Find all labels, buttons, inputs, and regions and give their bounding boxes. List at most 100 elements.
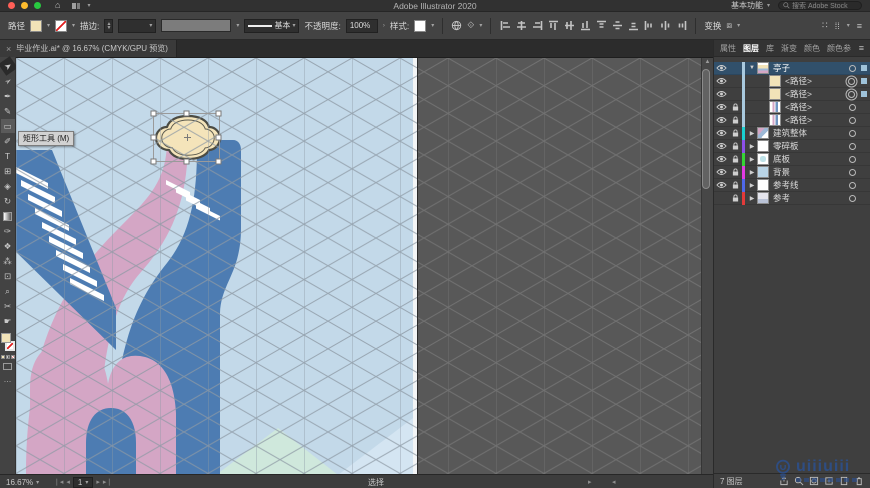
type-tool[interactable]: T xyxy=(1,149,15,163)
chevron-down-icon[interactable]: ▾ xyxy=(236,22,239,29)
layer-row[interactable]: ▶ 背景 xyxy=(714,165,870,179)
previous-artboard-button[interactable]: ◂ xyxy=(66,478,70,486)
chevron-down-icon[interactable]: ▾ xyxy=(72,22,75,29)
visibility-eye-icon[interactable] xyxy=(714,103,728,111)
expand-arrow-icon[interactable]: ▶ xyxy=(747,156,757,163)
eyedropper-tool[interactable]: ✑ xyxy=(1,224,15,238)
layer-row[interactable]: ▶ 零碎板 xyxy=(714,139,870,153)
lock-icon[interactable] xyxy=(728,142,742,150)
layer-target-circle[interactable] xyxy=(849,64,856,72)
visibility-eye-icon[interactable] xyxy=(714,142,728,150)
artboard-tool[interactable]: ⊡ xyxy=(1,269,15,283)
layer-thumbnail[interactable] xyxy=(769,101,781,113)
layer-target-circle[interactable] xyxy=(849,194,856,202)
fill-color-swatch[interactable] xyxy=(30,19,43,32)
layer-thumbnail[interactable] xyxy=(757,62,769,74)
layer-thumbnail[interactable] xyxy=(757,153,769,165)
first-artboard-button[interactable]: ❘◂ xyxy=(54,478,63,486)
expand-arrow-icon[interactable]: ▼ xyxy=(747,65,757,71)
new-layer-icon[interactable] xyxy=(839,476,849,486)
layer-name[interactable]: 建筑整体 xyxy=(773,127,849,139)
align-vertical-bottom-icon[interactable] xyxy=(579,20,591,32)
align-vertical-center-icon[interactable] xyxy=(563,20,575,32)
distribute-vertical-bottom-icon[interactable] xyxy=(627,20,639,32)
locate-object-icon[interactable] xyxy=(794,476,804,486)
window-close-button[interactable] xyxy=(8,2,15,9)
chevron-down-icon[interactable]: ▾ xyxy=(47,22,50,29)
stroke-weight-stepper[interactable]: ▲ ▼ xyxy=(104,18,114,33)
layer-row[interactable]: ▼ 亭子 xyxy=(714,61,870,75)
expand-arrow-icon[interactable]: ▶ xyxy=(747,195,757,202)
layer-row[interactable]: ▶ 建筑整体 xyxy=(714,126,870,140)
panel-tab-属性[interactable]: 属性 xyxy=(720,43,736,54)
lock-icon[interactable] xyxy=(728,194,742,202)
layer-name[interactable]: 参考线 xyxy=(773,179,849,191)
hamburger-menu-icon[interactable]: ≡ xyxy=(857,21,862,31)
stock-search-input[interactable]: 搜索 Adobe Stock xyxy=(778,1,862,10)
shape-builder-tool[interactable]: ⊞ xyxy=(1,164,15,178)
layer-thumbnail[interactable] xyxy=(757,179,769,191)
opacity-expand-arrow[interactable]: › xyxy=(383,23,385,29)
scroll-up-arrow-icon[interactable]: ▲ xyxy=(705,59,711,65)
expand-arrow-icon[interactable]: ▶ xyxy=(747,143,757,150)
layer-thumbnail[interactable] xyxy=(757,166,769,178)
snap-options-icon[interactable]: ∷ xyxy=(822,20,828,31)
layer-row[interactable]: <路径> xyxy=(714,87,870,101)
panel-tab-图层[interactable]: 图层 xyxy=(743,43,759,54)
align-vertical-top-icon[interactable] xyxy=(547,20,559,32)
scrollbar-thumb[interactable] xyxy=(701,69,710,189)
layer-thumbnail[interactable] xyxy=(769,114,781,126)
direct-selection-tool[interactable]: ➢ xyxy=(0,71,17,90)
recolor-artwork-icon[interactable] xyxy=(451,20,462,31)
brush-definition-dropdown[interactable]: 基本 ▾ xyxy=(244,18,300,33)
layer-target-circle[interactable] xyxy=(849,155,856,163)
artboard-number-dropdown[interactable]: 1 ▾ xyxy=(72,476,94,488)
fill-stroke-indicator[interactable] xyxy=(0,333,15,351)
align-horizontal-center-icon[interactable] xyxy=(515,20,527,32)
lock-icon[interactable] xyxy=(728,103,742,111)
color-mode-buttons[interactable] xyxy=(0,355,15,359)
graphic-style-swatch[interactable] xyxy=(414,19,427,32)
layer-name[interactable]: 底板 xyxy=(773,153,849,165)
lock-icon[interactable] xyxy=(728,155,742,163)
distribute-horizontal-left-icon[interactable] xyxy=(643,20,655,32)
chevron-down-icon[interactable]: ▾ xyxy=(479,22,482,29)
chevron-down-icon[interactable]: ▾ xyxy=(847,22,850,29)
layer-target-circle[interactable] xyxy=(848,77,855,85)
paintbrush-tool[interactable]: ✐ xyxy=(1,134,15,148)
panel-tab-颜色[interactable]: 颜色 xyxy=(804,43,820,54)
stroke-color-swatch[interactable] xyxy=(55,19,68,32)
layer-target-circle[interactable] xyxy=(849,142,856,150)
panel-tab-颜色参[interactable]: 颜色参 xyxy=(827,43,851,54)
arrange-icon[interactable]: ⁞⁞ xyxy=(835,21,840,31)
symbol-sprayer-tool[interactable]: ⁂ xyxy=(1,254,15,268)
transform-label[interactable]: 变换 xyxy=(704,20,721,32)
lock-icon[interactable] xyxy=(728,129,742,137)
scroll-left-arrow-icon[interactable]: ▸ xyxy=(588,475,592,488)
home-icon[interactable]: ⌂ xyxy=(55,1,60,10)
layer-row[interactable]: <路径> xyxy=(714,100,870,114)
gradient-tool[interactable] xyxy=(1,209,15,223)
blend-tool[interactable]: ❖ xyxy=(1,239,15,253)
pen-tool[interactable]: ✒ xyxy=(1,89,15,103)
layer-target-circle[interactable] xyxy=(849,168,856,176)
layer-thumbnail[interactable] xyxy=(757,192,769,204)
layer-target-circle[interactable] xyxy=(849,103,856,111)
chevron-down-icon[interactable]: ▾ xyxy=(431,22,434,29)
layer-row[interactable]: ▶ 参考线 xyxy=(714,178,870,192)
opacity-value-dropdown[interactable]: 100% xyxy=(345,18,378,33)
window-minimize-button[interactable] xyxy=(21,2,28,9)
layer-target-circle[interactable] xyxy=(849,181,856,189)
shaper-tool[interactable]: ◈ xyxy=(1,179,15,193)
new-sublayer-icon[interactable] xyxy=(824,476,834,486)
select-similar-icon[interactable]: ⟐ xyxy=(467,20,474,31)
visibility-eye-icon[interactable] xyxy=(714,116,728,124)
document-tab[interactable]: × 毕业作业.ai* @ 16.67% (CMYK/GPU 预览) xyxy=(0,40,177,57)
close-icon[interactable]: × xyxy=(6,44,11,54)
visibility-eye-icon[interactable] xyxy=(714,90,728,98)
chevron-down-icon[interactable]: ▾ xyxy=(737,22,740,29)
artwork-canvas[interactable] xyxy=(16,58,713,474)
vertical-scrollbar[interactable]: ▲ xyxy=(701,58,713,474)
panel-tab-渐变[interactable]: 渐变 xyxy=(781,43,797,54)
layer-name[interactable]: 零碎板 xyxy=(773,140,849,152)
